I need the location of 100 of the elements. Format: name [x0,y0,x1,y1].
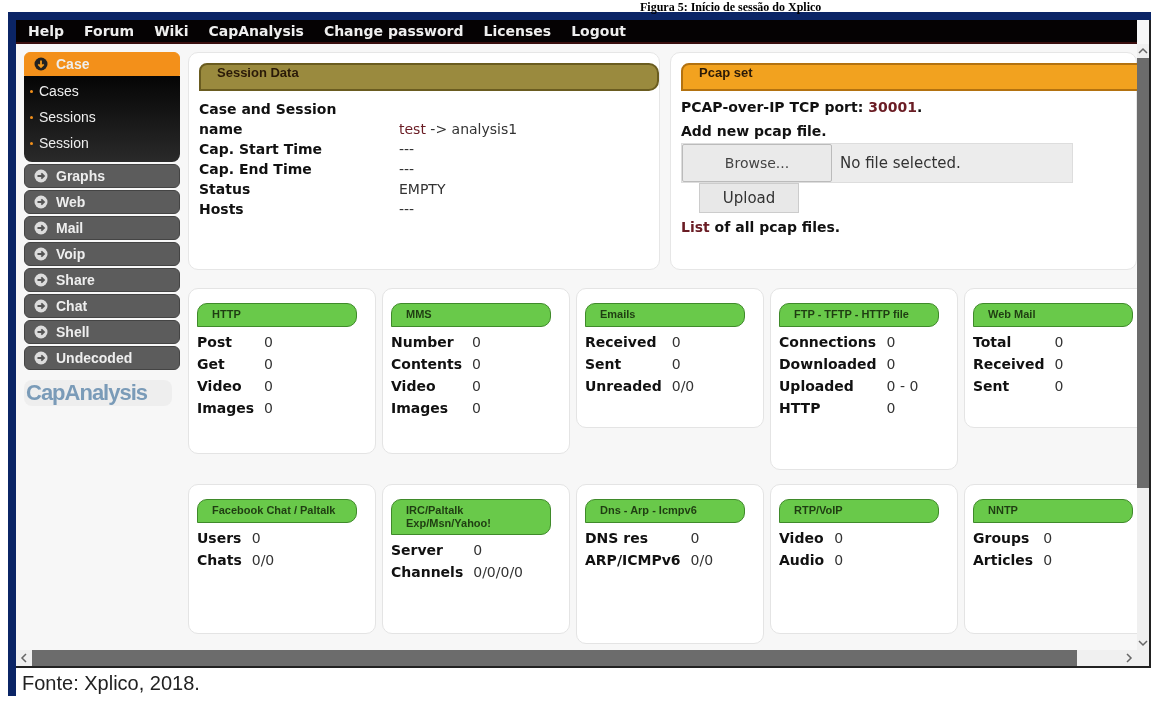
stat-value: 0 [264,333,274,352]
stat-label: Users [197,529,242,548]
menu-link[interactable]: Help [28,23,65,39]
sidebar-item[interactable]: Mail [24,216,180,240]
expand-icon[interactable] [34,299,48,313]
card-title: RTP/VoIP [779,499,939,523]
expand-icon[interactable] [34,351,48,365]
port-text: PCAP-over-IP TCP port: 30001. [681,99,924,115]
card-title: Emails [585,303,745,327]
value-text: -> analysis1 [429,121,518,137]
stat-value: 0 [1054,355,1065,374]
submenu-item[interactable]: Cases [24,78,180,104]
sidebar-item[interactable]: Voip [24,242,180,266]
stat-label: Video [197,377,243,396]
stat-value: 0 [472,333,482,352]
list-link[interactable]: List [681,219,710,235]
expand-icon[interactable] [34,325,48,339]
field-value: EMPTY [399,180,447,199]
upload-button[interactable]: Upload [699,183,799,213]
card-title: HTTP [197,303,357,327]
stat-value: 0/0 [251,551,276,570]
stat-value: 0 [251,529,262,548]
stat-label: DNS res [585,529,650,548]
stat-label: Images [391,399,450,418]
stat-value: 0 [264,399,274,418]
file-field[interactable]: Browse... No file selected. [681,143,1073,183]
stat-value: 0 [690,529,701,548]
panel-title: Session Data [199,63,659,91]
sidebar-item[interactable]: Web [24,190,180,214]
field-label: Cap. End Time [199,160,313,179]
stat-label: Articles [973,551,1034,570]
card-title: IRC/Paltalk Exp/Msn/Yahoo! [391,499,551,535]
card-title: Facebook Chat / Paltalk [197,499,357,523]
stat-label: Connections [779,333,877,352]
list-text: of all pcap files. [713,219,841,235]
stat-value: 0 [264,355,274,374]
stat-value: 0 [1043,529,1054,548]
stat-label: Groups [973,529,1031,548]
field-value: --- [399,140,416,159]
stat-label: Server [391,541,444,560]
expand-icon[interactable] [34,169,48,183]
card-title: FTP - TFTP - HTTP file [779,303,939,327]
sidebar-item[interactable]: Share [24,268,180,292]
case-link[interactable]: test [399,121,426,137]
stat-label: Unreaded [585,377,662,396]
stat-value: 0 [834,551,845,570]
stat-value: 0/0 [690,551,715,570]
sidebar-item[interactable]: Undecoded [24,346,180,370]
stat-label: Chats [197,551,242,570]
stat-label: Images [197,399,255,418]
stat-value: 0 [1054,377,1065,396]
submenu-item[interactable]: Sessions [24,104,180,130]
stat-value: 0 [472,355,482,374]
stat-label: Video [779,529,825,548]
stat-label: Video [391,377,437,396]
horizontal-scrollbar[interactable] [16,650,1149,666]
menu-link[interactable]: Forum [84,23,135,39]
file-status: No file selected. [839,154,961,172]
stat-label: Downloaded [779,355,877,374]
menu-link[interactable]: Change password [323,23,464,39]
stat-label: HTTP [779,399,822,418]
stat-value: 0 [671,355,682,374]
stat-value: 0 [472,377,482,396]
stat-label: Channels [391,563,464,582]
card-title: MMS [391,303,551,327]
stat-label: Post [197,333,233,352]
stat-label: Number [391,333,455,352]
expand-icon[interactable] [34,247,48,261]
field-value: --- [399,200,416,219]
panel-title: Pcap set [681,63,1137,91]
stat-value: 0 [886,355,897,374]
stat-label: Sent [585,355,623,374]
stat-value: 0 [1054,333,1065,352]
stat-label: ARP/ICMPv6 [585,551,681,570]
menu-link[interactable]: Wiki [154,23,189,39]
stat-label: Audio [779,551,825,570]
stat-value: 0 [671,333,682,352]
vertical-scrollbar[interactable] [1137,44,1149,650]
stat-label: Uploaded [779,377,855,396]
stat-value: 0 [886,399,897,418]
stat-label: Total [973,333,1013,352]
menu-link[interactable]: Licenses [483,23,552,39]
source-note: Fonte: Xplico, 2018. [21,671,201,695]
sidebar-item[interactable]: Chat [24,294,180,318]
stat-label: Sent [973,377,1011,396]
submenu-item[interactable]: Session [24,130,180,156]
sidebar-item[interactable]: Graphs [24,164,180,188]
card-title: NNTP [973,499,1133,523]
sidebar-item[interactable]: Shell [24,320,180,344]
card-title: Web Mail [973,303,1133,327]
field-label: Case and Session name [199,100,338,139]
expand-icon[interactable] [34,273,48,287]
expand-icon[interactable] [34,195,48,209]
collapse-icon[interactable] [34,57,48,71]
browse-button[interactable]: Browse... [682,144,832,182]
menu-link[interactable]: CapAnalysis [208,23,304,39]
stat-value: 0 [1043,551,1054,570]
field-label: Status [199,180,252,199]
menu-link[interactable]: Logout [571,23,627,39]
expand-icon[interactable] [34,221,48,235]
